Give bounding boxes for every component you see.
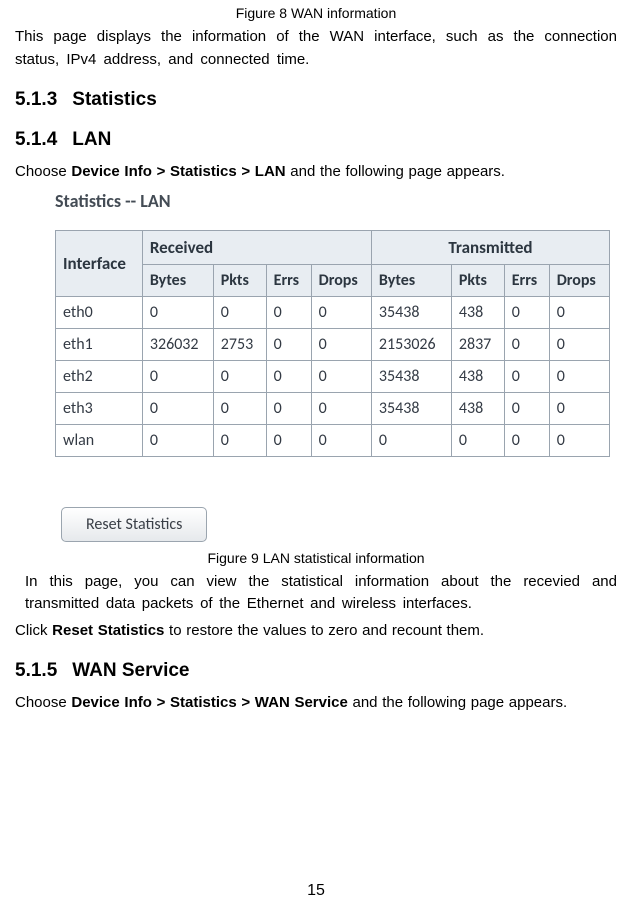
reset-bold: Reset Statistics xyxy=(52,622,164,639)
table-header-row-1: Interface Received Transmitted xyxy=(56,230,610,264)
table-row: eth200003543843800 xyxy=(56,360,610,392)
col-transmitted: Transmitted xyxy=(371,230,609,264)
col-rx-bytes: Bytes xyxy=(142,264,213,296)
table-cell: 0 xyxy=(213,392,266,424)
choose-wan-pre: Choose xyxy=(15,694,71,711)
table-cell: 438 xyxy=(451,360,504,392)
col-rx-errs: Errs xyxy=(266,264,311,296)
table-cell: 0 xyxy=(266,392,311,424)
stats-lan-screenshot: Statistics -- LAN Interface Received Tra… xyxy=(55,190,605,457)
col-received: Received xyxy=(142,230,371,264)
reset-pre: Click xyxy=(15,622,52,639)
choose-lan-post: and the following page appears. xyxy=(286,163,505,180)
table-cell: 35438 xyxy=(371,392,451,424)
table-cell: 438 xyxy=(451,296,504,328)
choose-wan-bold: Device Info > Statistics > WAN Service xyxy=(71,694,347,711)
page-number: 15 xyxy=(0,882,632,900)
heading-text-statistics: Statistics xyxy=(72,89,156,110)
heading-num-513: 5.1.3 xyxy=(15,89,67,111)
heading-num-515: 5.1.5 xyxy=(15,660,67,682)
table-cell: 2837 xyxy=(451,328,504,360)
table-row: eth000003543843800 xyxy=(56,296,610,328)
table-cell: 0 xyxy=(142,392,213,424)
reset-button-region: Reset Statistics xyxy=(61,507,617,542)
table-cell: 0 xyxy=(142,360,213,392)
table-cell: 35438 xyxy=(371,296,451,328)
table-cell: 0 xyxy=(311,360,371,392)
paragraph-wan-info: This page displays the information of th… xyxy=(15,26,617,71)
table-cell: 0 xyxy=(504,392,549,424)
table-cell: 35438 xyxy=(371,360,451,392)
table-cell: 0 xyxy=(371,424,451,456)
heading-lan: 5.1.4 LAN xyxy=(15,129,617,151)
table-cell: 0 xyxy=(504,328,549,360)
heading-text-wan-service: WAN Service xyxy=(72,660,189,681)
table-cell: eth2 xyxy=(56,360,143,392)
table-cell: wlan xyxy=(56,424,143,456)
table-cell: eth1 xyxy=(56,328,143,360)
table-cell: 0 xyxy=(311,424,371,456)
table-row: eth13260322753002153026283700 xyxy=(56,328,610,360)
table-cell: 0 xyxy=(311,328,371,360)
stats-table: Interface Received Transmitted Bytes Pkt… xyxy=(55,230,610,457)
table-cell: 2753 xyxy=(213,328,266,360)
table-cell: 0 xyxy=(549,360,609,392)
heading-wan-service: 5.1.5 WAN Service xyxy=(15,660,617,682)
paragraph-reset-info: Click Reset Statistics to restore the va… xyxy=(15,620,617,643)
col-tx-bytes: Bytes xyxy=(371,264,451,296)
stats-title: Statistics -- LAN xyxy=(55,190,605,212)
col-interface: Interface xyxy=(56,230,143,296)
col-tx-pkts: Pkts xyxy=(451,264,504,296)
table-cell: 0 xyxy=(213,360,266,392)
table-cell: 0 xyxy=(142,296,213,328)
choose-lan-pre: Choose xyxy=(15,163,71,180)
table-cell: 0 xyxy=(549,424,609,456)
col-tx-drops: Drops xyxy=(549,264,609,296)
reset-post: to restore the values to zero and recoun… xyxy=(164,622,484,639)
paragraph-choose-lan: Choose Device Info > Statistics > LAN an… xyxy=(15,161,617,184)
table-cell: 0 xyxy=(311,392,371,424)
table-cell: 2153026 xyxy=(371,328,451,360)
table-cell: 438 xyxy=(451,392,504,424)
table-cell: 0 xyxy=(266,328,311,360)
choose-wan-post: and the following page appears. xyxy=(348,694,567,711)
heading-text-lan: LAN xyxy=(72,129,111,150)
table-cell: eth0 xyxy=(56,296,143,328)
table-cell: 0 xyxy=(549,328,609,360)
table-row: wlan00000000 xyxy=(56,424,610,456)
col-rx-pkts: Pkts xyxy=(213,264,266,296)
table-cell: 0 xyxy=(549,392,609,424)
table-cell: 0 xyxy=(311,296,371,328)
table-cell: 0 xyxy=(213,424,266,456)
table-cell: 0 xyxy=(266,296,311,328)
table-cell: 326032 xyxy=(142,328,213,360)
table-cell: 0 xyxy=(549,296,609,328)
heading-num-514: 5.1.4 xyxy=(15,129,67,151)
table-cell: 0 xyxy=(504,296,549,328)
table-cell: eth3 xyxy=(56,392,143,424)
table-cell: 0 xyxy=(266,424,311,456)
reset-statistics-button[interactable]: Reset Statistics xyxy=(61,507,207,542)
table-row: eth300003543843800 xyxy=(56,392,610,424)
figure9-caption: Figure 9 LAN statistical information xyxy=(15,550,617,566)
paragraph-choose-wan: Choose Device Info > Statistics > WAN Se… xyxy=(15,692,617,715)
table-cell: 0 xyxy=(142,424,213,456)
choose-lan-bold: Device Info > Statistics > LAN xyxy=(71,163,285,180)
table-cell: 0 xyxy=(213,296,266,328)
col-rx-drops: Drops xyxy=(311,264,371,296)
table-cell: 0 xyxy=(504,360,549,392)
figure8-caption: Figure 8 WAN information xyxy=(15,5,617,21)
col-tx-errs: Errs xyxy=(504,264,549,296)
heading-statistics: 5.1.3 Statistics xyxy=(15,89,617,111)
table-cell: 0 xyxy=(504,424,549,456)
table-cell: 0 xyxy=(451,424,504,456)
paragraph-stats-info: In this page, you can view the statistic… xyxy=(15,571,617,616)
table-cell: 0 xyxy=(266,360,311,392)
